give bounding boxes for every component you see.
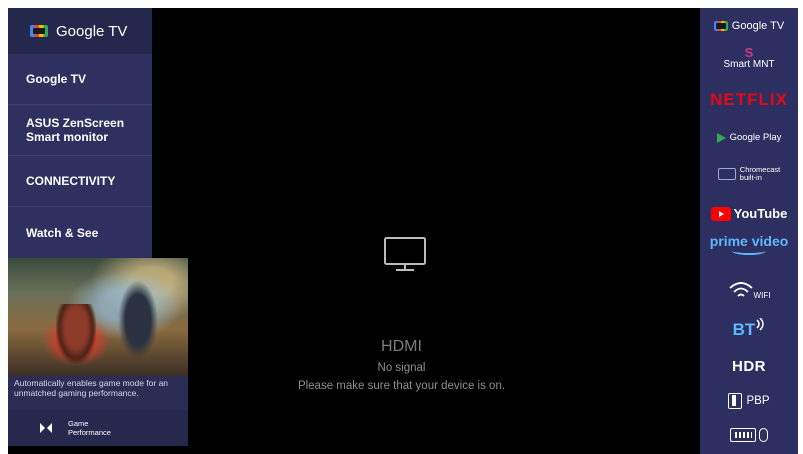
left-menu: Google TV ASUS ZenScreen Smart monitor C…	[8, 54, 152, 258]
google-tv-logo-icon	[713, 21, 728, 31]
prime-smile-icon	[732, 247, 766, 255]
app-youtube-label: YouTube	[733, 206, 788, 221]
cast-icon	[717, 168, 736, 180]
setting-bt-label: BT	[732, 320, 756, 339]
setting-wifi[interactable]: WIFI	[700, 280, 798, 300]
game-mode-icon	[40, 423, 52, 433]
mouse-icon	[759, 428, 768, 442]
setting-hdr-label: HDR	[732, 358, 766, 375]
menu-item-watch-and-see[interactable]: Watch & See	[8, 207, 152, 258]
menu-item-label: Watch & See	[26, 225, 99, 240]
signal-status: No signal	[377, 362, 426, 374]
pbp-icon	[728, 393, 743, 409]
app-youtube[interactable]: YouTube	[700, 206, 798, 221]
app-prime-video[interactable]: prime video	[700, 234, 798, 255]
game-footer-label: Game Performance	[68, 419, 111, 437]
signal-hint: Please make sure that your device is on.	[297, 380, 506, 392]
app-netflix[interactable]: NETFLIX	[700, 90, 798, 110]
setting-bluetooth[interactable]: BT	[700, 318, 798, 340]
source-title: HDMI	[381, 338, 422, 355]
setting-wifi-label: WIFI	[753, 290, 771, 300]
app-smart-mnt[interactable]: S Smart MNT	[700, 46, 798, 70]
menu-item-connectivity[interactable]: CONNECTIVITY	[8, 156, 152, 207]
setting-hdr[interactable]: HDR	[700, 358, 798, 375]
app-google-tv-label: Google TV	[731, 20, 785, 32]
left-panel-header-label: Google TV	[56, 22, 128, 40]
bt-signal-icon	[756, 318, 765, 331]
menu-item-google-tv[interactable]: Google TV	[8, 54, 152, 105]
keyboard-icon	[730, 428, 756, 442]
right-app-bar: Google TV S Smart MNT NETFLIX Google Pla…	[700, 8, 798, 454]
app-google-play-label: Google Play	[729, 132, 782, 143]
game-footer-label-line1: Game	[68, 419, 89, 428]
menu-item-label: CONNECTIVITY	[26, 174, 116, 188]
app-google-tv[interactable]: Google TV	[700, 20, 798, 32]
setting-pbp-label: PBP	[746, 395, 770, 407]
wifi-icon	[728, 282, 753, 297]
menu-item-label: Google TV	[26, 72, 86, 86]
monitor-icon	[383, 236, 427, 277]
netflix-logo: NETFLIX	[710, 90, 788, 109]
app-smart-mnt-label: Smart MNT	[723, 59, 775, 70]
google-play-icon	[716, 132, 726, 143]
chromecast-label-line2: built-in	[739, 173, 762, 182]
left-panel-header: Google TV	[8, 8, 152, 54]
app-google-play[interactable]: Google Play	[700, 132, 798, 143]
smart-mnt-logo-icon: S	[744, 45, 754, 60]
youtube-play-icon	[710, 206, 731, 221]
chromecast-label: Chromecast built-in	[740, 166, 780, 182]
menu-item-zenscreen[interactable]: ASUS ZenScreen Smart monitor	[8, 105, 152, 156]
google-tv-logo-icon	[30, 25, 48, 37]
app-prime-video-label: prime video	[709, 233, 789, 249]
game-card-footer[interactable]: Game Performance	[8, 410, 188, 446]
game-footer-label-line2: Performance	[68, 428, 111, 437]
menu-item-label: ASUS ZenScreen Smart monitor	[26, 116, 125, 144]
app-chromecast[interactable]: Chromecast built-in	[700, 166, 798, 182]
setting-keyboard-mouse[interactable]	[700, 428, 798, 442]
setting-pbp[interactable]: PBP	[700, 393, 798, 409]
game-screenshot-image	[8, 258, 188, 376]
